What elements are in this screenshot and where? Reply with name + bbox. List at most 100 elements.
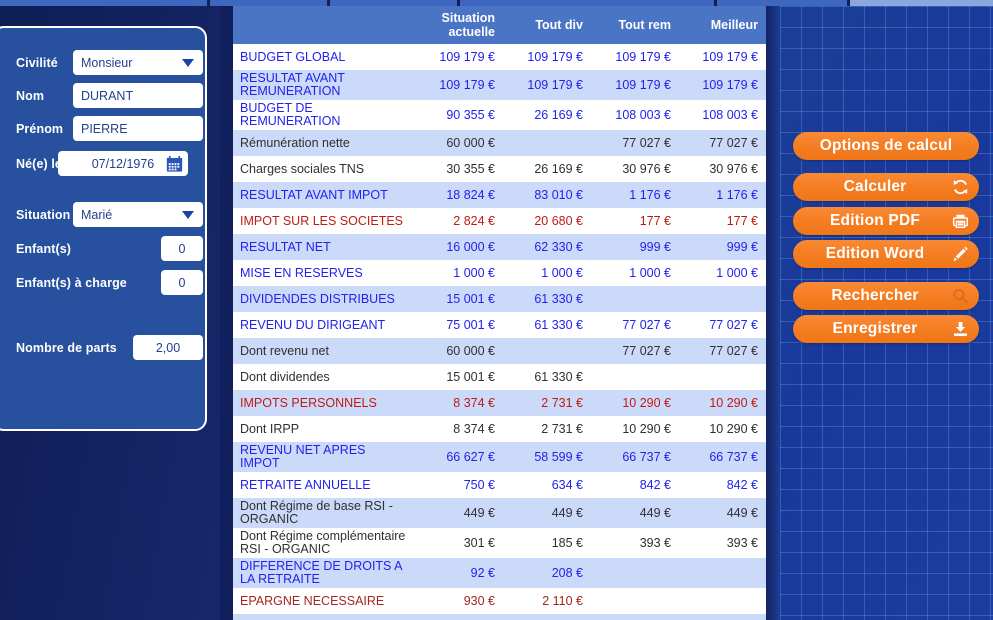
field-row-civilite: Civilité Monsieur bbox=[0, 46, 207, 79]
row-value-3: 77 027 € bbox=[679, 130, 766, 156]
table-row[interactable]: Dont dividendes 15 001 €61 330 € bbox=[233, 364, 766, 390]
col-header-tout-rem[interactable]: Tout rem bbox=[591, 6, 679, 44]
table-row[interactable]: IMPOT SUR LES SOCIETES 2 824 €20 680 €177… bbox=[233, 208, 766, 234]
field-row-date-naissance: Né(e) le 07/12/1976 bbox=[0, 147, 207, 180]
row-value-3: 1 176 € bbox=[679, 182, 766, 208]
row-value-1: 109 179 € bbox=[503, 44, 591, 70]
select-civilite[interactable]: Monsieur bbox=[73, 50, 203, 75]
row-value-3 bbox=[679, 588, 766, 614]
table-row[interactable]: Charges sociales TNS 30 355 €26 169 €30 9… bbox=[233, 156, 766, 182]
table-row[interactable]: DIVIDENDES DISTRIBUES 15 001 €61 330 € bbox=[233, 286, 766, 312]
row-value-2 bbox=[591, 286, 679, 312]
col-header-meilleur[interactable]: Meilleur bbox=[679, 6, 766, 44]
row-value-0: 60 000 € bbox=[411, 338, 503, 364]
input-enfants-a-charge[interactable]: 0 bbox=[161, 270, 203, 295]
row-value-2: 10 290 € bbox=[591, 390, 679, 416]
row-value-2: 449 € bbox=[591, 498, 679, 528]
col-header-label[interactable] bbox=[233, 6, 411, 44]
printer-icon bbox=[952, 213, 969, 230]
table-row[interactable]: EPARGNE NECESSAIRE 930 €2 110 € bbox=[233, 588, 766, 614]
row-value-3: 449 € bbox=[679, 498, 766, 528]
row-label: Charges sociales TNS bbox=[233, 156, 411, 182]
row-value-0: 18 824 € bbox=[411, 182, 503, 208]
sidebar: Civilité Monsieur Nom DURANT Prénom PIERRE Né(… bbox=[0, 6, 220, 620]
chevron-down-icon[interactable] bbox=[182, 210, 194, 219]
table-row[interactable]: BUDGET GLOBAL 109 179 €109 179 €109 179 €… bbox=[233, 44, 766, 70]
table-row[interactable]: IMPOTS PERSONNELS 8 374 €2 731 €10 290 €1… bbox=[233, 390, 766, 416]
table-row[interactable]: RESULTAT AVANT REMUNERATION 109 179 €109 … bbox=[233, 70, 766, 100]
row-label: IMPOT SUR LES SOCIETES bbox=[233, 208, 411, 234]
col-header-tout-div[interactable]: Tout div bbox=[503, 6, 591, 44]
action-button-calculer[interactable]: Calculer bbox=[793, 173, 979, 201]
actions-panel: Options de calcul Calculer Edition PDF Edit… bbox=[780, 6, 993, 620]
row-value-0: 92 € bbox=[411, 558, 503, 588]
chevron-down-icon[interactable] bbox=[182, 58, 194, 67]
value-nombre-de-parts: 2,00 bbox=[155, 340, 181, 355]
row-label: REVENU DU DIRIGEANT bbox=[233, 312, 411, 338]
row-label: REVENU OPTIMISE bbox=[233, 614, 411, 620]
table-row[interactable]: REVENU DU DIRIGEANT 75 001 €61 330 €77 02… bbox=[233, 312, 766, 338]
row-value-0: 449 € bbox=[411, 498, 503, 528]
table-row[interactable]: Dont Régime complémentaire RSI - ORGANIC… bbox=[233, 528, 766, 558]
row-value-3: 393 € bbox=[679, 528, 766, 558]
row-label: EPARGNE NECESSAIRE bbox=[233, 588, 411, 614]
value-enfants-a-charge: 0 bbox=[178, 275, 186, 290]
table-row[interactable]: Rémunération nette 60 000 € 77 027 €77 027… bbox=[233, 130, 766, 156]
row-value-0: 15 001 € bbox=[411, 286, 503, 312]
value-prenom: PIERRE bbox=[81, 121, 128, 136]
row-value-0: 15 001 € bbox=[411, 364, 503, 390]
value-situation: Marié bbox=[81, 207, 113, 222]
row-value-0: 109 179 € bbox=[411, 70, 503, 100]
row-value-3: 77 027 € bbox=[679, 338, 766, 364]
label-nom: Nom bbox=[16, 88, 45, 103]
action-button-enregistrer[interactable]: Enregistrer bbox=[793, 315, 979, 343]
table-row[interactable]: Dont revenu net 60 000 € 77 027 €77 027 € bbox=[233, 338, 766, 364]
row-value-0: 90 355 € bbox=[411, 100, 503, 130]
row-value-2 bbox=[591, 558, 679, 588]
value-civilite: Monsieur bbox=[81, 55, 133, 70]
row-value-1: 634 € bbox=[503, 472, 591, 498]
row-value-0: 2 824 € bbox=[411, 208, 503, 234]
table-row[interactable]: RESULTAT AVANT IMPOT 18 824 €83 010 €1 17… bbox=[233, 182, 766, 208]
action-button-options-de-calcul[interactable]: Options de calcul bbox=[793, 132, 979, 160]
value-enfants: 0 bbox=[178, 241, 186, 256]
row-value-0: 301 € bbox=[411, 528, 503, 558]
input-nom[interactable]: DURANT bbox=[73, 83, 203, 108]
row-value-1: 26 169 € bbox=[503, 100, 591, 130]
row-value-3: 108 003 € bbox=[679, 100, 766, 130]
table-row[interactable]: DIFFERENCE DE DROITS A LA RETRAITE 92 €20… bbox=[233, 558, 766, 588]
action-button-label: Edition PDF bbox=[829, 212, 921, 229]
row-value-3: 999 € bbox=[679, 234, 766, 260]
input-date-naissance[interactable]: 07/12/1976 bbox=[57, 151, 188, 176]
row-value-2: 842 € bbox=[591, 472, 679, 498]
col-header-situation[interactable]: Situation actuelle bbox=[411, 6, 503, 44]
table-row[interactable]: REVENU OPTIMISE65 697 €56 489 €66 737 €6… bbox=[233, 614, 766, 620]
input-enfants[interactable]: 0 bbox=[161, 236, 203, 261]
input-prenom[interactable]: PIERRE bbox=[73, 116, 203, 141]
calendar-icon[interactable] bbox=[166, 155, 183, 172]
search-icon bbox=[952, 288, 969, 305]
table-row[interactable]: Dont IRPP 8 374 €2 731 €10 290 €10 290 € bbox=[233, 416, 766, 442]
table-row[interactable]: MISE EN RESERVES 1 000 €1 000 €1 000 €1 0… bbox=[233, 260, 766, 286]
select-situation[interactable]: Marié bbox=[73, 202, 203, 227]
table-row[interactable]: Dont Régime de base RSI - ORGANIC 449 €44… bbox=[233, 498, 766, 528]
row-value-0: 1 000 € bbox=[411, 260, 503, 286]
action-button-edition-word[interactable]: Edition Word bbox=[793, 240, 979, 268]
table-row[interactable]: REVENU NET APRES IMPOT 66 627 €58 599 €66… bbox=[233, 442, 766, 472]
row-value-3: 109 179 € bbox=[679, 70, 766, 100]
table-row[interactable]: RETRAITE ANNUELLE 750 €634 €842 €842 € bbox=[233, 472, 766, 498]
row-value-1: 61 330 € bbox=[503, 286, 591, 312]
row-value-2: 30 976 € bbox=[591, 156, 679, 182]
action-button-edition-pdf[interactable]: Edition PDF bbox=[793, 207, 979, 235]
row-value-0: 60 000 € bbox=[411, 130, 503, 156]
table-row[interactable]: RESULTAT NET 16 000 €62 330 €999 €999 € bbox=[233, 234, 766, 260]
row-value-1: 2 731 € bbox=[503, 416, 591, 442]
row-value-0: 109 179 € bbox=[411, 44, 503, 70]
table-row[interactable]: BUDGET DE REMUNERATION 90 355 €26 169 €10… bbox=[233, 100, 766, 130]
row-value-3 bbox=[679, 286, 766, 312]
save-icon bbox=[952, 321, 969, 338]
row-label: RESULTAT AVANT REMUNERATION bbox=[233, 70, 411, 100]
row-value-1: 61 330 € bbox=[503, 364, 591, 390]
action-button-rechercher[interactable]: Rechercher bbox=[793, 282, 979, 310]
row-label: RETRAITE ANNUELLE bbox=[233, 472, 411, 498]
